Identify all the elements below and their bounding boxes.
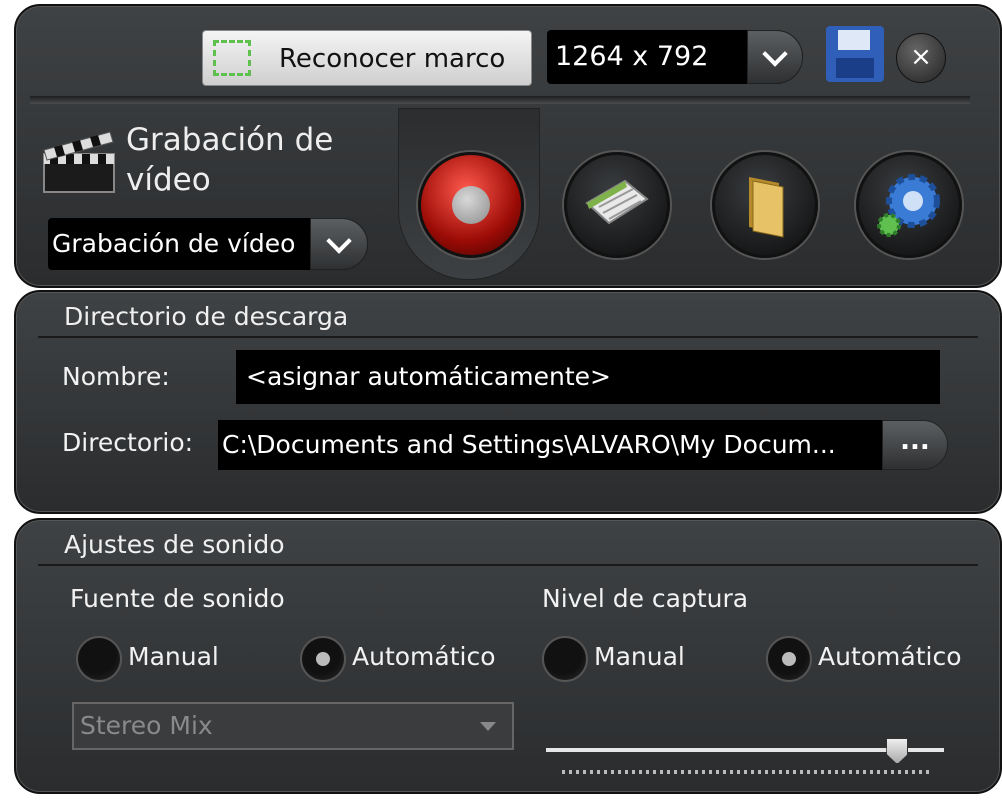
resolution-dropdown-button[interactable] <box>747 30 803 84</box>
source-manual-radio[interactable] <box>76 636 122 682</box>
dashed-frame-icon <box>213 40 251 76</box>
directory-field[interactable]: C:\Documents and Settings\ALVARO\My Docu… <box>218 420 884 470</box>
floppy-label <box>836 58 874 78</box>
open-folder-button[interactable] <box>712 152 818 258</box>
sound-settings-header: Ajustes de sonido <box>38 526 978 566</box>
settings-button[interactable] <box>856 152 962 258</box>
scheduler-icon <box>585 179 649 225</box>
close-icon: × <box>910 42 932 72</box>
gear-icon <box>877 174 940 237</box>
source-auto-radio[interactable] <box>300 636 346 682</box>
mode-dropdown-button[interactable] <box>310 218 368 270</box>
name-field[interactable]: <asignar automáticamente> <box>236 350 940 404</box>
folder-icon <box>749 177 784 238</box>
capture-level-slider-thumb[interactable] <box>886 738 909 764</box>
record-button[interactable] <box>418 152 524 258</box>
sound-settings-panel: Ajustes de sonido Fuente de sonido Manua… <box>14 518 1002 794</box>
download-directory-title: Directorio de descarga <box>64 302 349 331</box>
sound-device-dropdown[interactable]: Stereo Mix <box>72 702 514 750</box>
directory-label: Directorio: <box>62 428 194 457</box>
sound-device-value: Stereo Mix <box>80 711 213 740</box>
capture-level-ticks <box>562 770 930 774</box>
source-auto-label: Automático <box>352 642 496 671</box>
chevron-down-icon <box>326 228 352 254</box>
recognize-frame-button[interactable]: Reconocer marco <box>202 30 532 86</box>
download-directory-header: Directorio de descarga <box>38 298 978 338</box>
close-button[interactable]: × <box>896 33 946 83</box>
capture-auto-label: Automático <box>818 642 962 671</box>
floppy-shutter <box>838 30 870 50</box>
name-label: Nombre: <box>62 362 170 391</box>
scheduler-button[interactable] <box>564 152 670 258</box>
caret-down-icon <box>480 722 496 731</box>
resolution-value: 1264 x 792 <box>555 41 709 72</box>
recognize-frame-label: Reconocer marco <box>279 44 506 74</box>
record-icon <box>452 186 490 224</box>
resolution-dropdown[interactable]: 1264 x 792 <box>547 30 803 84</box>
clapperboard-icon <box>43 131 115 193</box>
browse-directory-button[interactable]: ... <box>882 420 948 470</box>
mode-selected-value: Grabación de vídeo <box>52 229 296 258</box>
download-directory-panel: Directorio de descarga Nombre: <asignar … <box>14 290 1002 514</box>
capture-level-label: Nivel de captura <box>542 584 749 613</box>
sound-source-label: Fuente de sonido <box>70 584 285 613</box>
mode-title: Grabación de vídeo <box>126 122 334 198</box>
sound-settings-title: Ajustes de sonido <box>64 530 285 559</box>
chevron-down-icon <box>762 41 788 67</box>
floppy-disk-icon[interactable] <box>826 26 884 82</box>
toolbar-separator <box>30 96 970 104</box>
source-manual-label: Manual <box>128 642 219 671</box>
mode-dropdown[interactable]: Grabación de vídeo <box>48 218 368 270</box>
capture-auto-radio[interactable] <box>766 636 812 682</box>
capture-level-slider[interactable] <box>546 738 944 764</box>
capture-manual-label: Manual <box>594 642 685 671</box>
capture-manual-radio[interactable] <box>542 636 588 682</box>
